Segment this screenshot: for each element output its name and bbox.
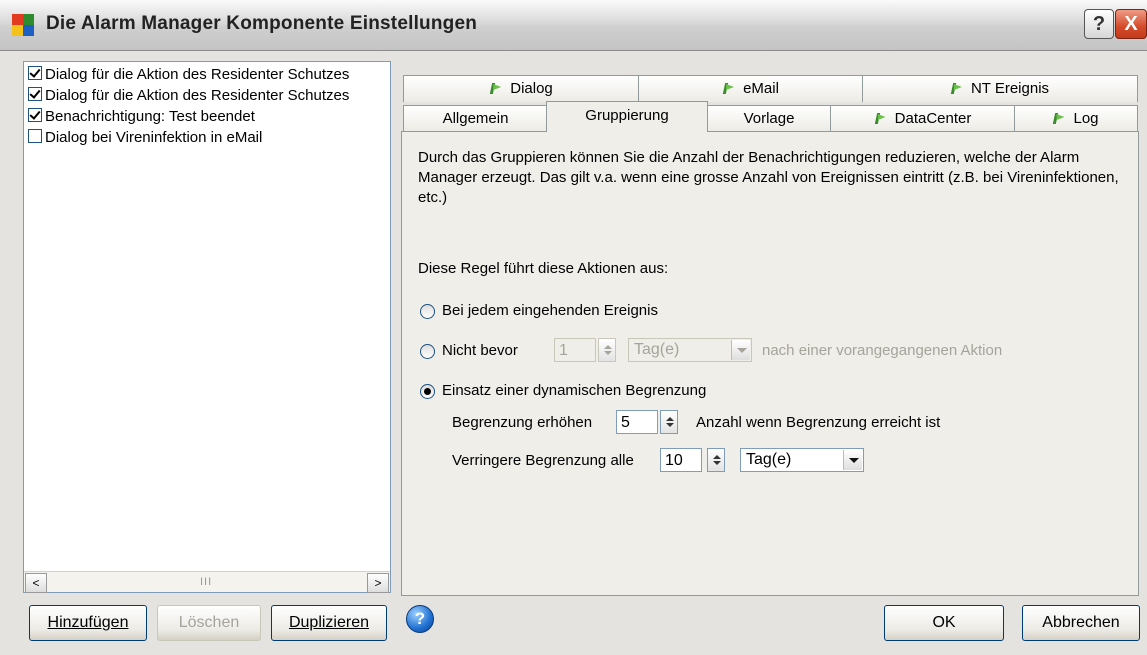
list-item[interactable]: Dialog bei Vireninfektion in eMail <box>28 127 388 148</box>
duplicate-button-label: Duplizieren <box>288 614 370 631</box>
tab-vorlage[interactable]: Vorlage <box>706 105 832 132</box>
flag-icon <box>875 113 885 124</box>
cancel-button[interactable]: Abbrechen <box>1022 605 1140 641</box>
scroll-left-button[interactable]: < <box>25 573 47 593</box>
increase-suffix: Anzahl wenn Begrenzung erreicht ist <box>696 414 941 431</box>
radio-dynamic-limit[interactable] <box>420 384 435 399</box>
not-before-value-input[interactable]: 1 <box>554 338 596 362</box>
tab-log[interactable]: Log <box>1014 105 1138 132</box>
tab-label: eMail <box>743 80 779 97</box>
not-before-spinner[interactable] <box>598 338 616 362</box>
scrollbar-grip[interactable]: III <box>200 576 212 588</box>
list-item[interactable]: Benachrichtigung: Test beendet <box>28 106 388 127</box>
option-each-event-label: Bei jedem eingehenden Ereignis <box>442 302 658 319</box>
help-icon[interactable]: ? <box>406 605 434 633</box>
option-not-before-label: Nicht bevor <box>442 342 518 359</box>
window-title: Die Alarm Manager Komponente Einstellung… <box>46 13 478 34</box>
close-button[interactable]: X <box>1115 9 1147 39</box>
rules-list[interactable]: Dialog für die Aktion des Residenter Sch… <box>23 61 391 593</box>
rule-label: Diese Regel führt diese Aktionen aus: <box>418 260 669 277</box>
increase-label: Begrenzung erhöhen <box>452 414 593 431</box>
not-before-unit-select[interactable]: Tag(e) <box>628 338 752 362</box>
tab-dialog[interactable]: Dialog <box>403 75 640 102</box>
increase-spinner[interactable] <box>660 410 678 434</box>
dialog-window: Die Alarm Manager Komponente Einstellung… <box>0 0 1147 655</box>
grouping-description: Durch das Gruppieren können Sie die Anza… <box>418 149 1119 206</box>
tab-label: NT Ereignis <box>970 80 1050 97</box>
tab-allgemein[interactable]: Allgemein <box>403 105 548 132</box>
duplicate-button[interactable]: Duplizieren <box>271 605 387 641</box>
tab-label: Dialog <box>510 80 553 97</box>
grouping-panel: Durch das Gruppieren können Sie die Anza… <box>401 131 1139 596</box>
ok-button[interactable]: OK <box>884 605 1004 641</box>
add-button-label: Hinzufügen <box>47 614 129 631</box>
title-bar[interactable]: Die Alarm Manager Komponente Einstellung… <box>0 0 1147 51</box>
flag-icon <box>490 83 500 94</box>
checkbox[interactable] <box>28 129 42 143</box>
list-item[interactable]: Dialog für die Aktion des Residenter Sch… <box>28 64 388 85</box>
increase-value-input[interactable]: 5 <box>616 410 658 434</box>
flag-icon <box>723 83 733 94</box>
tab-label: Gruppierung <box>585 107 669 124</box>
app-icon <box>12 14 34 36</box>
delete-button-label: Löschen <box>178 614 240 631</box>
decrease-value-input[interactable]: 10 <box>660 448 702 472</box>
chevron-down-icon[interactable] <box>843 450 862 470</box>
decrease-unit-select[interactable]: Tag(e) <box>740 448 864 472</box>
list-item-label: Benachrichtigung: Test beendet <box>45 108 255 125</box>
not-before-suffix: nach einer vorangegangenen Aktion <box>762 342 1003 359</box>
checkbox[interactable] <box>28 66 42 80</box>
tab-email[interactable]: eMail <box>638 75 864 102</box>
tab-gruppierung[interactable]: Gruppierung <box>546 101 708 132</box>
list-item-label: Dialog bei Vireninfektion in eMail <box>45 129 263 146</box>
tab-nt-ereignis[interactable]: NT Ereignis <box>862 75 1138 102</box>
add-button[interactable]: Hinzufügen <box>29 605 147 641</box>
select-value: Tag(e) <box>746 451 792 468</box>
radio-not-before[interactable] <box>420 344 435 359</box>
decrease-label: Verringere Begrenzung alle <box>452 452 634 469</box>
flag-icon <box>1053 113 1063 124</box>
radio-each-event[interactable] <box>420 304 435 319</box>
tab-label: Vorlage <box>743 110 795 127</box>
checkbox[interactable] <box>28 87 42 101</box>
delete-button[interactable]: Löschen <box>157 605 261 641</box>
tab-label: Log <box>1073 110 1099 127</box>
tab-label: Allgemein <box>442 110 509 127</box>
list-item-label: Dialog für die Aktion des Residenter Sch… <box>45 87 350 104</box>
scroll-right-button[interactable]: > <box>367 573 389 593</box>
horizontal-scrollbar[interactable]: < III > <box>24 571 390 593</box>
select-value: Tag(e) <box>634 341 680 358</box>
tab-datacenter[interactable]: DataCenter <box>830 105 1016 132</box>
list-item[interactable]: Dialog für die Aktion des Residenter Sch… <box>28 85 388 106</box>
tab-label: DataCenter <box>894 110 972 127</box>
checkbox[interactable] <box>28 108 42 122</box>
help-button[interactable]: ? <box>1084 9 1114 39</box>
flag-icon <box>951 83 961 94</box>
list-item-label: Dialog für die Aktion des Residenter Sch… <box>45 66 350 83</box>
decrease-spinner[interactable] <box>707 448 725 472</box>
chevron-down-icon[interactable] <box>731 340 750 360</box>
option-dynamic-label: Einsatz einer dynamischen Begrenzung <box>442 382 707 399</box>
